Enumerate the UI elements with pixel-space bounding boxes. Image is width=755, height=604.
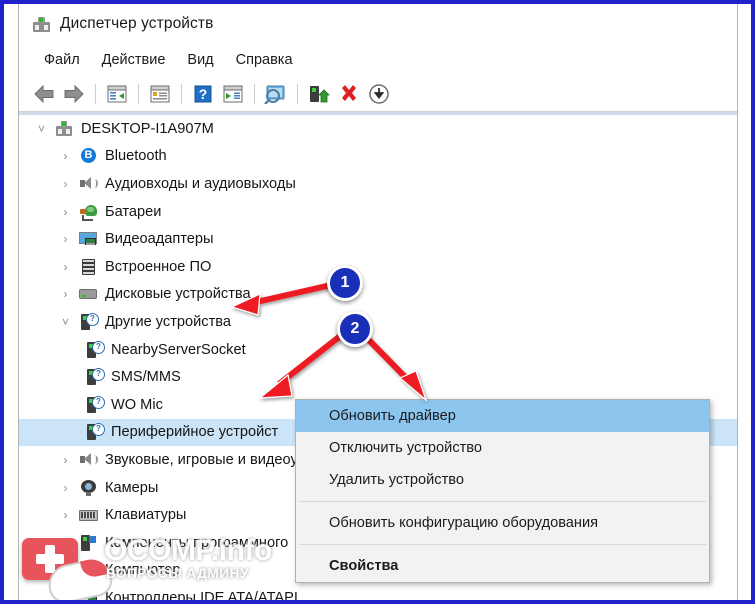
tree-item-firmware[interactable]: › Встроенное ПО bbox=[19, 253, 737, 281]
chevron-right-icon[interactable]: › bbox=[59, 260, 72, 273]
menu-view[interactable]: Вид bbox=[176, 49, 224, 71]
keyboard-icon bbox=[79, 506, 98, 524]
tree-item-label: Звуковые, игровые и видеоу bbox=[105, 451, 298, 468]
menu-item-label: Свойства bbox=[329, 558, 399, 574]
tree-item-label: Периферийное устройст bbox=[111, 424, 279, 441]
tree-item-disk-drives[interactable]: › Дисковые устройства bbox=[19, 281, 737, 309]
update-driver-icon[interactable] bbox=[304, 80, 334, 108]
unknown-device-icon: ? bbox=[79, 312, 99, 331]
tree-item-label: SMS/MMS bbox=[111, 369, 181, 386]
chevron-right-icon[interactable]: › bbox=[59, 150, 72, 163]
unknown-device-icon: ? bbox=[85, 395, 105, 414]
tree-item-batteries[interactable]: › Батареи bbox=[19, 198, 737, 226]
tree-item-bluetooth[interactable]: › B Bluetooth bbox=[19, 143, 737, 171]
tree-item-label: Камеры bbox=[105, 479, 159, 496]
display-adapter-icon bbox=[79, 230, 98, 248]
toolbar-separator bbox=[95, 83, 96, 104]
callout-badge-1: 1 bbox=[327, 265, 363, 301]
disk-drive-icon bbox=[79, 285, 98, 303]
chevron-right-icon[interactable]: › bbox=[59, 453, 72, 466]
callout-number: 2 bbox=[350, 320, 360, 337]
menu-scan-hardware-changes[interactable]: Обновить конфигурацию оборудования bbox=[296, 507, 709, 539]
chevron-right-icon[interactable]: › bbox=[59, 177, 72, 190]
svg-text:?: ? bbox=[199, 86, 208, 102]
callout-badge-2: 2 bbox=[337, 311, 373, 347]
action-list-icon[interactable] bbox=[218, 80, 248, 108]
help-icon[interactable]: ? bbox=[188, 80, 218, 108]
watermark-text: OCOMP.info bbox=[104, 534, 272, 567]
tree-root-item[interactable]: ˅ DESKTOP-I1A907M bbox=[19, 115, 737, 143]
menu-disable-device[interactable]: Отключить устройство bbox=[296, 432, 709, 464]
chevron-right-icon[interactable]: › bbox=[59, 288, 72, 301]
chevron-right-icon[interactable]: › bbox=[59, 481, 72, 494]
tree-item-label: Дисковые устройства bbox=[105, 286, 251, 303]
chevron-right-icon[interactable]: › bbox=[59, 205, 72, 218]
firmware-chip-icon bbox=[79, 258, 98, 276]
computer-icon bbox=[55, 120, 74, 138]
tree-item-other-devices[interactable]: ˅ ? Другие устройства bbox=[19, 308, 737, 336]
menu-item-label: Отключить устройство bbox=[329, 440, 483, 456]
menu-item-label: Обновить конфигурацию оборудования bbox=[329, 515, 599, 531]
battery-icon bbox=[79, 203, 98, 221]
speaker-icon bbox=[79, 451, 98, 469]
tree-item-sms-mms[interactable]: ? SMS/MMS bbox=[19, 363, 737, 391]
watermark-subtitle: ВОПРОСЫ АДМИНУ bbox=[106, 566, 250, 581]
menu-bar: Файл Действие Вид Справка bbox=[19, 44, 737, 76]
menu-help[interactable]: Справка bbox=[225, 49, 304, 71]
toolbar-separator bbox=[181, 83, 182, 104]
scan-hardware-changes-icon[interactable] bbox=[261, 80, 291, 108]
menu-action[interactable]: Действие bbox=[91, 49, 177, 71]
screenshot-frame: Диспетчер устройств Файл Действие Вид Сп… bbox=[0, 0, 755, 604]
chevron-right-icon[interactable]: › bbox=[59, 233, 72, 246]
chevron-right-icon[interactable]: › bbox=[59, 509, 72, 522]
device-manager-icon bbox=[33, 16, 50, 32]
watermark: OCOMP.info ВОПРОСЫ АДМИНУ bbox=[22, 532, 322, 600]
toolbar-separator bbox=[254, 83, 255, 104]
properties-icon[interactable] bbox=[145, 80, 175, 108]
menu-properties[interactable]: Свойства bbox=[296, 550, 709, 582]
camera-icon bbox=[79, 479, 98, 497]
tree-item-label: Bluetooth bbox=[105, 148, 167, 165]
unknown-device-icon: ? bbox=[85, 423, 105, 441]
context-menu[interactable]: Обновить драйвер Отключить устройство Уд… bbox=[295, 399, 710, 583]
tree-item-label: NearbyServerSocket bbox=[111, 341, 246, 358]
forward-arrow-icon[interactable] bbox=[59, 80, 89, 108]
uninstall-device-icon[interactable] bbox=[334, 80, 364, 108]
unknown-device-icon: ? bbox=[85, 368, 105, 386]
tree-item-display-adapters[interactable]: › Видеоадаптеры bbox=[19, 225, 737, 253]
speaker-icon bbox=[79, 175, 98, 193]
tree-item-label: DESKTOP-I1A907M bbox=[81, 120, 214, 137]
menu-separator bbox=[299, 544, 706, 545]
bluetooth-icon: B bbox=[79, 147, 98, 165]
toolbar: ? bbox=[19, 76, 737, 112]
menu-item-label: Обновить драйвер bbox=[329, 408, 456, 424]
chevron-down-icon[interactable]: ˅ bbox=[59, 315, 72, 328]
disable-device-icon[interactable] bbox=[364, 80, 394, 108]
tree-item-label: Батареи bbox=[105, 203, 162, 220]
window-title: Диспетчер устройств bbox=[60, 15, 214, 32]
tree-item-label: Встроенное ПО bbox=[105, 258, 212, 275]
callout-number: 1 bbox=[340, 274, 350, 291]
tree-item-audio-io[interactable]: › Аудиовходы и аудиовыходы bbox=[19, 170, 737, 198]
unknown-device-icon: ? bbox=[85, 340, 105, 359]
tree-item-label: Другие устройства bbox=[105, 313, 231, 330]
tree-item-label: WO Mic bbox=[111, 396, 163, 413]
menu-file[interactable]: Файл bbox=[33, 49, 91, 71]
show-hide-console-tree-icon[interactable] bbox=[102, 80, 132, 108]
tree-item-label: Аудиовходы и аудиовыходы bbox=[105, 175, 296, 192]
tree-item-label: Видеоадаптеры bbox=[105, 231, 214, 248]
tree-item-nearbyserversocket[interactable]: ? NearbyServerSocket bbox=[19, 336, 737, 364]
menu-item-label: Удалить устройство bbox=[329, 472, 464, 488]
toolbar-separator bbox=[138, 83, 139, 104]
tree-item-label: Клавиатуры bbox=[105, 507, 187, 524]
chevron-down-icon[interactable]: ˅ bbox=[35, 122, 48, 135]
menu-update-driver[interactable]: Обновить драйвер bbox=[296, 400, 709, 432]
toolbar-separator bbox=[297, 83, 298, 104]
back-arrow-icon[interactable] bbox=[29, 80, 59, 108]
menu-separator bbox=[299, 501, 706, 502]
menu-uninstall-device[interactable]: Удалить устройство bbox=[296, 464, 709, 496]
title-bar: Диспетчер устройств bbox=[19, 4, 737, 44]
